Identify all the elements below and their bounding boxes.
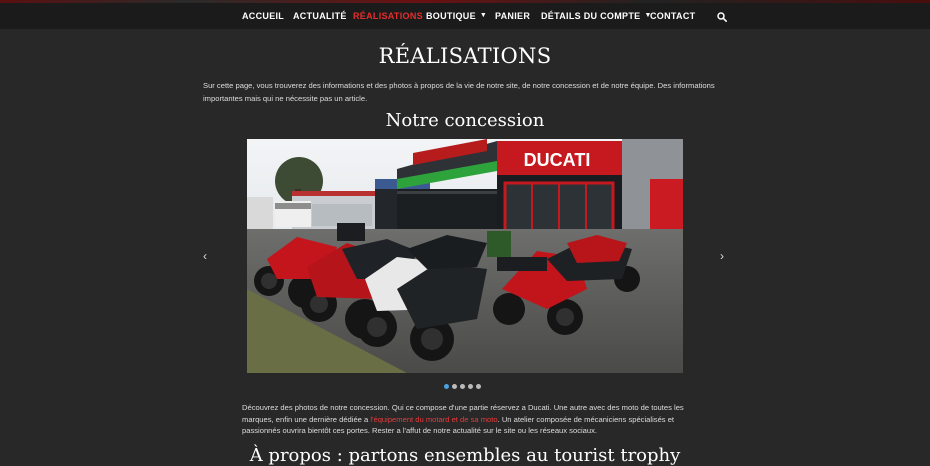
nav-item-details-du-compte[interactable]: DÉTAILS DU COMPTE ▼	[541, 3, 652, 29]
nav-label: DÉTAILS DU COMPTE	[541, 11, 641, 21]
nav-item-contact[interactable]: CONTACT	[650, 3, 695, 29]
main-navigation: ACCUEIL ACTUALITÉ RÉALISATIONS BOUTIQUE ▼…	[0, 3, 930, 29]
slider-dot-5[interactable]	[476, 384, 481, 389]
nav-item-panier[interactable]: PANIER	[495, 3, 530, 29]
nav-label: PANIER	[495, 11, 531, 21]
about-section-title: À propos : partons ensembles au tourist …	[249, 445, 681, 466]
slider-pagination	[444, 384, 484, 390]
nav-label: RÉALISATIONS	[353, 11, 423, 21]
nav-item-accueil[interactable]: ACCUEIL	[242, 3, 284, 29]
slider-dot-2[interactable]	[452, 384, 457, 389]
slider-next-arrow[interactable]: ›	[720, 249, 724, 263]
nav-label: ACTUALITÉ	[293, 11, 347, 21]
section-title: Notre concession	[385, 110, 545, 131]
nav-item-realisations[interactable]: RÉALISATIONS	[353, 3, 423, 29]
nav-label: BOUTIQUE	[426, 11, 476, 21]
slider-dot-4[interactable]	[468, 384, 473, 389]
description-text: Découvrez des photos de notre concession…	[242, 402, 690, 437]
slider-dot-1[interactable]	[444, 384, 449, 389]
nav-item-actualite[interactable]: ACTUALITÉ	[293, 3, 347, 29]
chevron-down-icon: ▼	[479, 12, 488, 19]
nav-label: CONTACT	[650, 11, 696, 21]
page-title: RÉALISATIONS	[378, 44, 552, 68]
intro-text: Sur cette page, vous trouverez des infor…	[203, 81, 715, 103]
search-icon[interactable]	[717, 12, 727, 22]
nav-item-boutique[interactable]: BOUTIQUE ▼	[426, 3, 487, 29]
image-slider[interactable]: DUCATI	[247, 139, 683, 373]
nav-label: ACCUEIL	[242, 11, 285, 21]
slider-prev-arrow[interactable]: ‹	[203, 249, 207, 263]
dealership-photo: DUCATI	[247, 139, 683, 373]
equipment-link[interactable]: l'équipement du motard et de sa moto	[370, 415, 497, 424]
ducati-sign-text: DUCATI	[524, 150, 591, 170]
slider-dot-3[interactable]	[460, 384, 465, 389]
